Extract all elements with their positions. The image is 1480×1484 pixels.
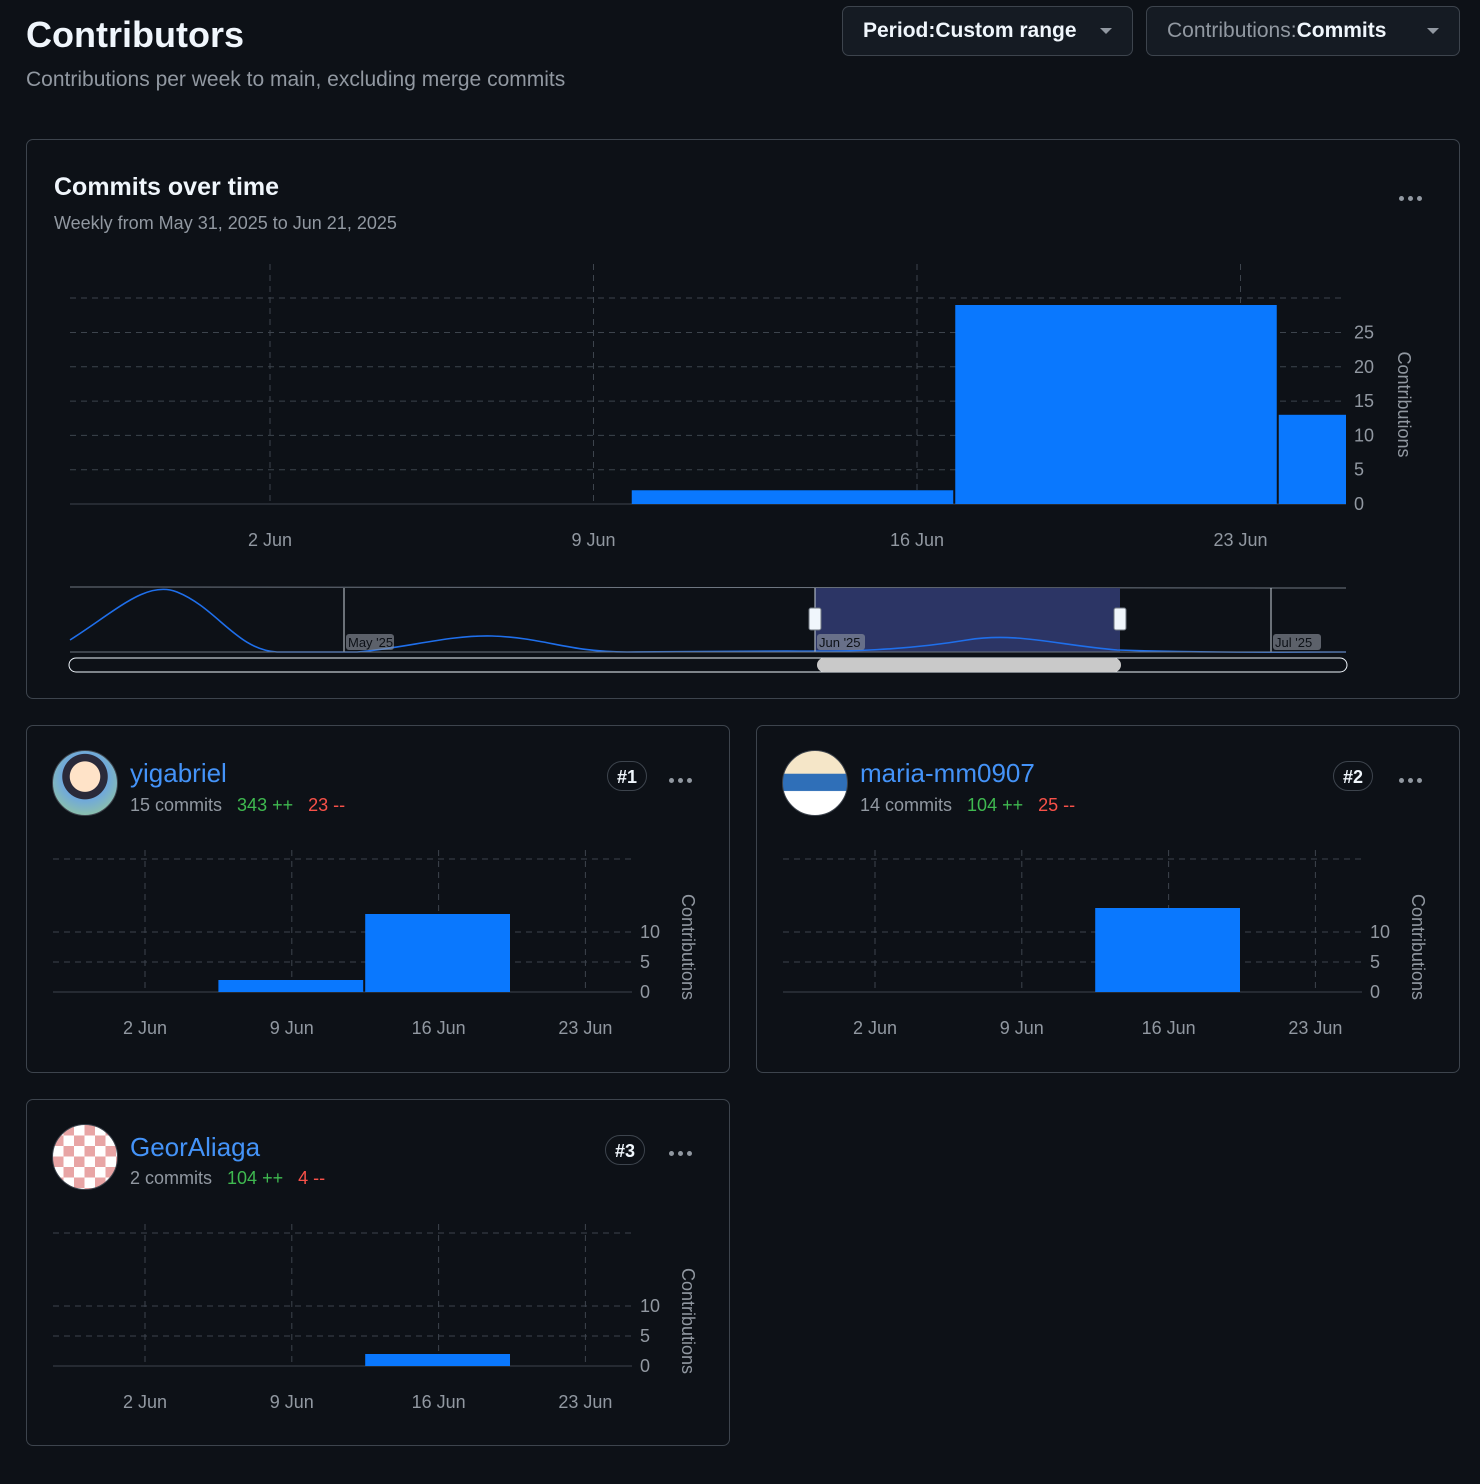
y-tick-label: 10 — [640, 922, 660, 942]
y-tick-label: 0 — [640, 1356, 650, 1376]
navigator-border — [69, 586, 1347, 589]
y-axis-label: Contributions — [1408, 894, 1428, 1000]
contributor-card: yigabriel 15 commits 343 ++ 23 -- #1 051… — [26, 725, 730, 1073]
scrollbar-thumb[interactable] — [817, 658, 1121, 672]
x-tick-label: 9 Jun — [270, 1392, 314, 1412]
x-tick-label: 23 Jun — [1213, 530, 1267, 550]
contributor-chart: 0 5 10 2 Jun 9 Jun 16 Jun 23 Jun Contributions — [53, 1224, 698, 1412]
x-tick-label: 23 Jun — [558, 1392, 612, 1412]
y-tick-label: 5 — [1354, 460, 1364, 480]
y-tick-label: 10 — [1370, 922, 1390, 942]
bar — [218, 980, 364, 992]
triangle-down-icon — [1100, 28, 1112, 34]
commits-over-time-chart: 0 5 10 15 20 25 2 Jun 9 Jun 16 Jun 23 Jun Contribu… — [68, 264, 1414, 673]
x-tick-label: 9 Jun — [270, 1018, 314, 1038]
x-tick-label: 2 Jun — [123, 1018, 167, 1038]
x-tick-label: 16 Jun — [412, 1018, 466, 1038]
x-tick-label: 16 Jun — [412, 1392, 466, 1412]
period-dropdown[interactable]: Period: Custom range — [842, 6, 1133, 56]
page-title: Contributors — [26, 14, 244, 55]
y-axis-label: Contributions — [678, 1268, 698, 1374]
bar — [955, 305, 1277, 504]
navigator-label: Jun '25 — [819, 635, 861, 650]
y-tick-label: 15 — [1354, 391, 1374, 411]
y-tick-label: 25 — [1354, 322, 1374, 342]
bar — [631, 490, 954, 504]
bar — [1095, 908, 1240, 992]
y-tick-label: 0 — [1370, 982, 1380, 1002]
y-tick-label: 10 — [1354, 425, 1374, 445]
y-tick-label: 5 — [640, 1326, 650, 1346]
x-tick-label: 16 Jun — [1142, 1018, 1196, 1038]
contributor-card: maria-mm0907 14 commits 104 ++ 25 -- #2 … — [756, 725, 1460, 1073]
x-tick-label: 9 Jun — [571, 530, 615, 550]
navigator-series-line — [69, 588, 1347, 653]
bar — [365, 1354, 510, 1366]
navigator-label: Jul '25 — [1275, 635, 1312, 650]
contributor-chart: 0 5 10 2 Jun 9 Jun 16 Jun 23 Jun Contributions — [53, 850, 698, 1038]
period-label: Period: — [863, 19, 936, 42]
bar — [365, 914, 510, 992]
y-tick-label: 5 — [1370, 952, 1380, 972]
triangle-down-icon — [1427, 28, 1439, 34]
period-value: Custom range — [935, 19, 1077, 42]
y-tick-label: 0 — [1354, 494, 1364, 514]
scrollbar-track — [68, 657, 1348, 673]
x-tick-label: 2 Jun — [123, 1392, 167, 1412]
bar — [1278, 414, 1346, 504]
y-axis-label: Contributions — [678, 894, 698, 1000]
y-tick-label: 10 — [640, 1296, 660, 1316]
x-tick-label: 16 Jun — [890, 530, 944, 550]
y-tick-label: 20 — [1354, 357, 1374, 377]
page-subtitle: Contributions per week to main, excludin… — [26, 68, 566, 91]
y-tick-label: 5 — [640, 952, 650, 972]
contributions-value: Commits — [1296, 19, 1387, 42]
x-tick-label: 2 Jun — [248, 530, 292, 550]
x-tick-label: 23 Jun — [1288, 1018, 1342, 1038]
y-axis-label: Contributions — [1394, 351, 1414, 457]
commits-over-time-card: Commits over time Weekly from May 31, 20… — [26, 139, 1460, 699]
contributor-chart: 0 5 10 2 Jun 9 Jun 16 Jun 23 Jun Contributions — [783, 850, 1428, 1038]
y-tick-label: 0 — [640, 982, 650, 1002]
contributor-card: GeorAliaga 2 commits 104 ++ 4 -- #3 0 5 10… — [26, 1099, 730, 1446]
x-tick-label: 9 Jun — [1000, 1018, 1044, 1038]
x-tick-label: 2 Jun — [853, 1018, 897, 1038]
navigator-label: May '25 — [348, 635, 393, 650]
contributions-label: Contributions: — [1167, 19, 1297, 42]
x-tick-label: 23 Jun — [558, 1018, 612, 1038]
navigator-handle[interactable] — [1113, 607, 1127, 631]
contributions-dropdown[interactable]: Contributions: Commits — [1146, 6, 1460, 56]
navigator-handle[interactable] — [808, 607, 822, 631]
